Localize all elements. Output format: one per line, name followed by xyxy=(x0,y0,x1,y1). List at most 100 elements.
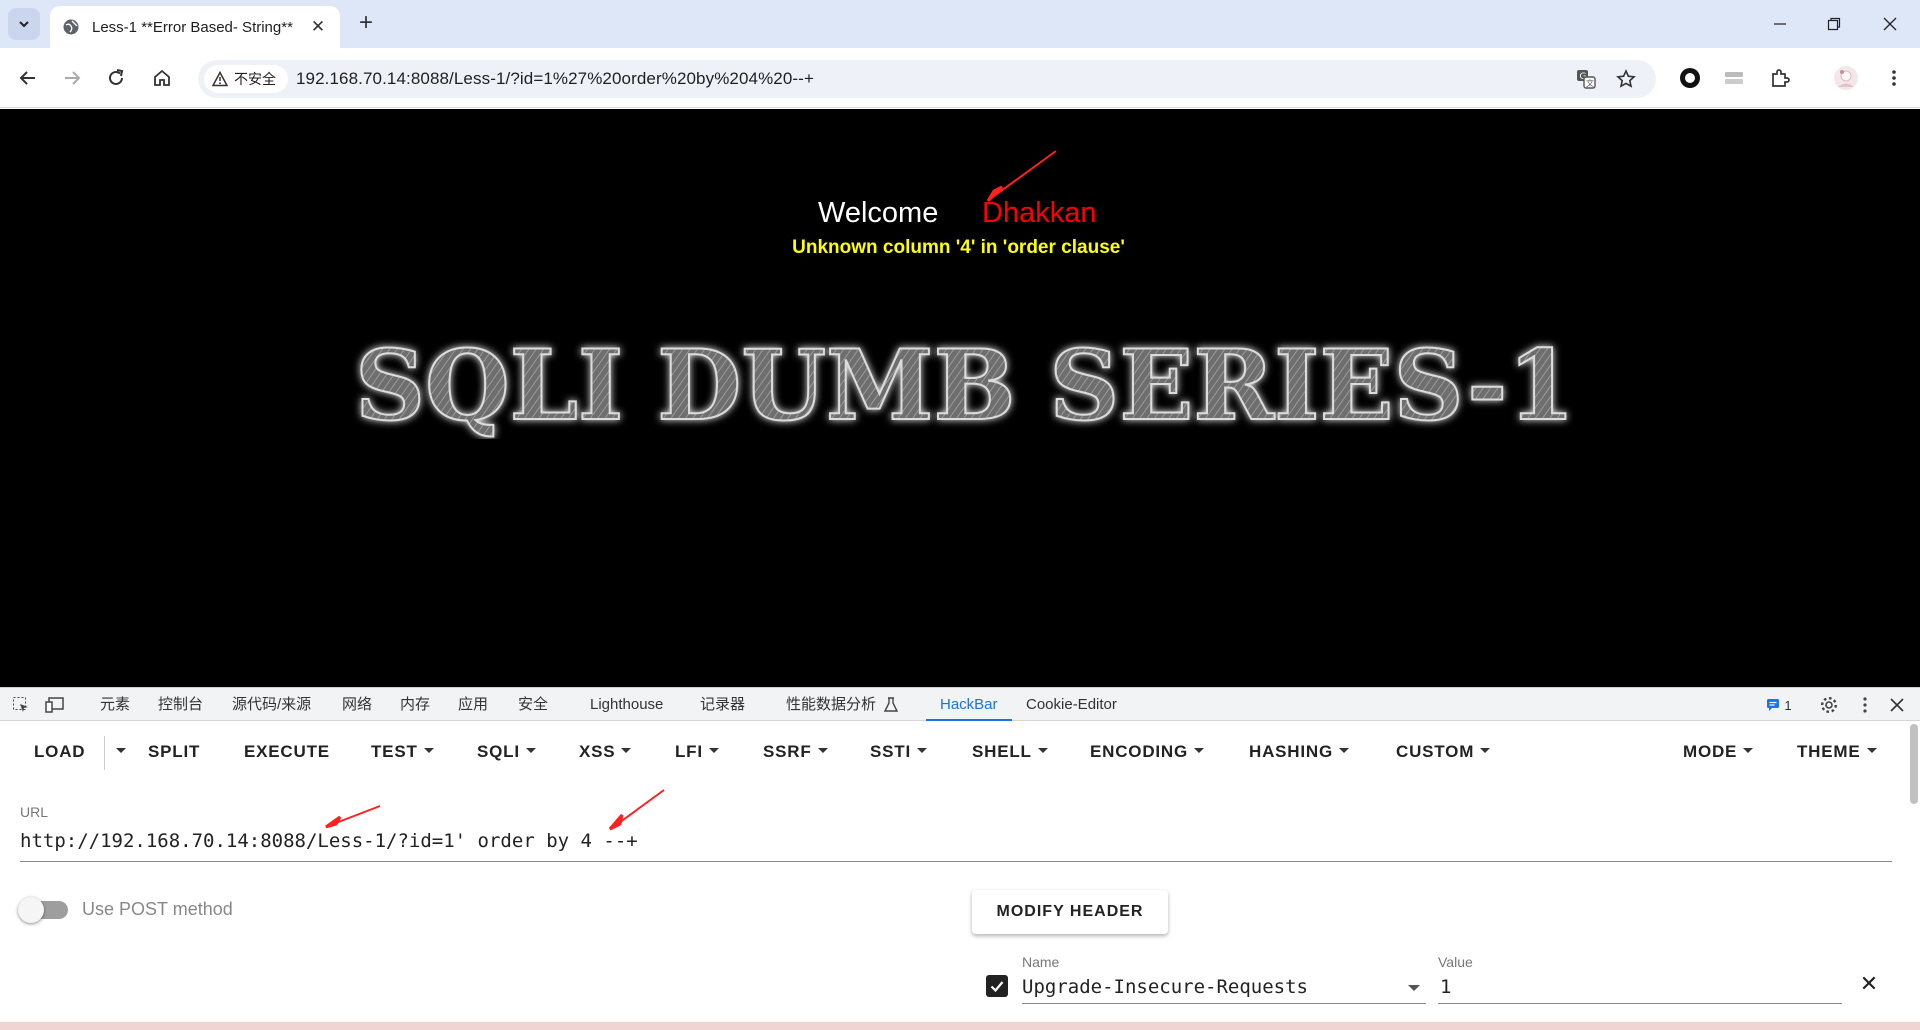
post-method-toggle[interactable] xyxy=(18,897,68,923)
devtools-tab-application[interactable]: 应用 xyxy=(458,688,488,721)
ssti-menu-label: SSTI xyxy=(870,742,911,761)
svg-text:文: 文 xyxy=(1586,78,1594,88)
mode-menu-button[interactable]: MODE xyxy=(1683,742,1754,762)
devtools-tab-elements[interactable]: 元素 xyxy=(100,688,130,721)
sqli-banner-logo: SQLI DUMB SERIES-1 xyxy=(354,329,1576,439)
caret-down-icon xyxy=(917,748,927,754)
tab-strip: Less-1 **Error Based- String** ✕ + xyxy=(0,0,1920,48)
translate-icon[interactable]: G文 xyxy=(1574,67,1598,91)
caret-down-icon xyxy=(1743,748,1754,754)
caret-down-icon xyxy=(1194,748,1205,754)
caret-down-icon xyxy=(621,748,632,754)
issues-count: 1 xyxy=(1784,697,1792,713)
address-text[interactable]: 192.168.70.14:8088/Less-1/?id=1%27%20ord… xyxy=(296,69,814,89)
devtools-tab-performance-insights[interactable]: 性能数据分析 xyxy=(786,688,876,721)
devtools-tab-memory[interactable]: 内存 xyxy=(400,688,430,721)
back-button[interactable] xyxy=(12,62,44,94)
header-enabled-checkbox[interactable] xyxy=(986,975,1008,997)
chevron-down-icon xyxy=(19,21,29,28)
header-name-label: Name xyxy=(1022,954,1060,970)
restore-icon xyxy=(1827,17,1841,31)
devtools-panel: 元素 控制台 源代码/来源 网络 内存 应用 安全 Lighthouse 记录器… xyxy=(0,687,1920,1030)
header-value-label: Value xyxy=(1438,954,1473,970)
minimize-icon xyxy=(1774,23,1786,25)
warning-icon xyxy=(212,71,228,87)
minimize-button[interactable] xyxy=(1752,0,1808,48)
caret-down-icon xyxy=(817,748,828,754)
menu-kebab-icon[interactable] xyxy=(1878,62,1910,94)
issues-badge[interactable]: 1 xyxy=(1762,694,1796,716)
checkmark-icon xyxy=(990,981,1004,993)
security-label: 不安全 xyxy=(234,71,276,87)
tab-close-icon[interactable]: ✕ xyxy=(308,17,328,37)
restore-button[interactable] xyxy=(1806,0,1862,48)
bookmark-star-icon[interactable] xyxy=(1614,67,1638,91)
extension-gray-icon[interactable] xyxy=(1718,62,1750,94)
devtools-tab-recorder[interactable]: 记录器 xyxy=(700,688,745,721)
extension-record-icon[interactable] xyxy=(1674,62,1706,94)
reload-button[interactable] xyxy=(100,62,132,94)
new-tab-button[interactable]: + xyxy=(352,10,380,38)
custom-menu-button[interactable]: CUSTOM xyxy=(1396,742,1491,762)
devtools-scrollbar[interactable] xyxy=(1910,724,1918,804)
theme-menu-button[interactable]: THEME xyxy=(1797,742,1877,762)
xss-menu-label: XSS xyxy=(579,742,616,761)
encoding-menu-button[interactable]: ENCODING xyxy=(1090,742,1205,762)
url-input[interactable]: http://192.168.70.14:8088/Less-1/?id=1' … xyxy=(20,826,1892,862)
ssti-menu-button[interactable]: SSTI xyxy=(870,742,927,762)
header-name-select[interactable]: Upgrade-Insecure-Requests xyxy=(1022,974,1426,1004)
arrow-left-icon xyxy=(19,71,35,85)
tab-search-button[interactable] xyxy=(8,8,40,40)
modify-header-button[interactable]: MODIFY HEADER xyxy=(972,890,1168,934)
home-button[interactable] xyxy=(146,62,178,94)
shell-menu-button[interactable]: SHELL xyxy=(972,742,1048,762)
xss-menu-button[interactable]: XSS xyxy=(579,742,632,762)
header-value-input[interactable]: 1 xyxy=(1438,974,1842,1004)
forward-button[interactable] xyxy=(56,62,88,94)
load-dropdown-button[interactable] xyxy=(110,742,126,762)
caret-down-icon xyxy=(1339,748,1349,754)
sqli-menu-button[interactable]: SQLI xyxy=(477,742,536,762)
devtools-tab-hackbar[interactable]: HackBar xyxy=(926,688,1012,721)
close-window-button[interactable] xyxy=(1862,0,1918,48)
shell-menu-label: SHELL xyxy=(972,742,1032,761)
execute-button[interactable]: EXECUTE xyxy=(244,742,330,762)
profile-avatar[interactable] xyxy=(1830,62,1862,94)
devtools-more-icon[interactable] xyxy=(1854,694,1876,716)
devtools-tab-sources[interactable]: 源代码/来源 xyxy=(232,688,311,721)
ssrf-menu-button[interactable]: SSRF xyxy=(763,742,828,762)
sql-error-message: Unknown column '4' in 'order clause' xyxy=(792,237,1125,258)
lfi-menu-button[interactable]: LFI xyxy=(675,742,719,762)
devtools-tab-network[interactable]: 网络 xyxy=(342,688,372,721)
devtools-tab-lighthouse[interactable]: Lighthouse xyxy=(590,688,663,721)
load-button[interactable]: LOAD xyxy=(34,742,85,762)
annotation-arrow-icon xyxy=(986,150,1057,203)
inspect-element-icon[interactable] xyxy=(10,694,32,716)
caret-down-icon xyxy=(1037,748,1048,754)
annotation-arrow-icon xyxy=(325,805,381,829)
security-chip[interactable]: 不安全 xyxy=(204,65,288,93)
address-bar[interactable]: 不安全 192.168.70.14:8088/Less-1/?id=1%27%2… xyxy=(198,60,1656,98)
devtools-tabbar: 元素 控制台 源代码/来源 网络 内存 应用 安全 Lighthouse 记录器… xyxy=(0,688,1920,721)
toggle-knob xyxy=(18,897,44,923)
test-menu-button[interactable]: TEST xyxy=(371,742,434,762)
flask-icon xyxy=(884,697,898,712)
devtools-tab-cookie-editor[interactable]: Cookie-Editor xyxy=(1026,688,1117,721)
hashing-menu-button[interactable]: HASHING xyxy=(1249,742,1349,762)
tab-active[interactable]: Less-1 **Error Based- String** ✕ xyxy=(50,6,340,48)
lfi-menu-label: LFI xyxy=(675,742,703,761)
caret-down-icon xyxy=(423,748,434,754)
test-menu-label: TEST xyxy=(371,742,418,761)
tab-title: Less-1 **Error Based- String** xyxy=(92,18,293,36)
extensions-puzzle-icon[interactable] xyxy=(1764,62,1796,94)
devtools-tab-console[interactable]: 控制台 xyxy=(158,688,203,721)
sqli-menu-label: SQLI xyxy=(477,742,520,761)
device-toolbar-icon[interactable] xyxy=(44,694,66,716)
split-button[interactable]: SPLIT xyxy=(148,742,200,762)
message-icon xyxy=(1767,699,1780,711)
settings-gear-icon[interactable] xyxy=(1818,694,1840,716)
header-name-value: Upgrade-Insecure-Requests xyxy=(1022,976,1308,998)
devtools-tab-security[interactable]: 安全 xyxy=(518,688,548,721)
remove-header-icon[interactable]: ✕ xyxy=(1858,973,1880,995)
devtools-close-icon[interactable] xyxy=(1886,694,1908,716)
